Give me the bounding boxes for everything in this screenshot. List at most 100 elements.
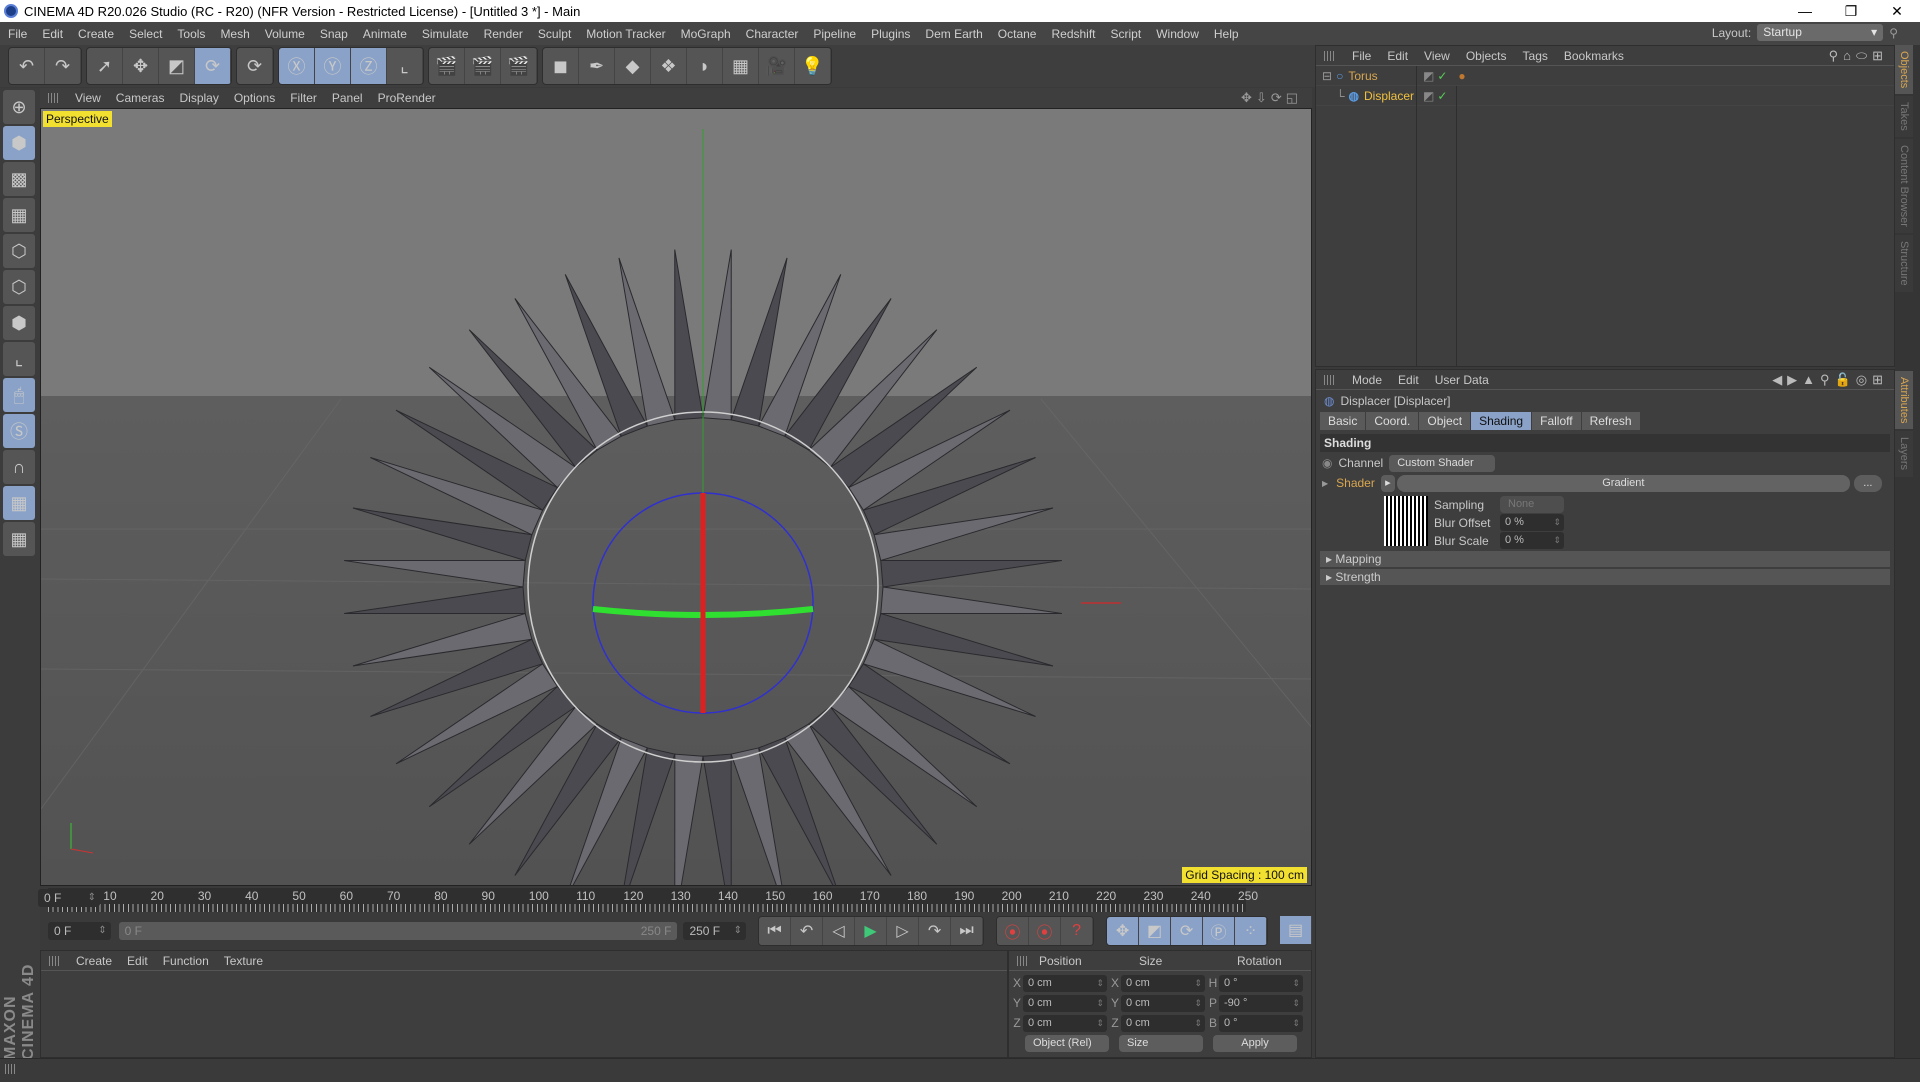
rotate-icon[interactable]: ⟳	[195, 48, 231, 84]
viewport-menu-prorender[interactable]: ProRender	[378, 91, 436, 105]
size-field[interactable]: 0 cm	[1121, 994, 1205, 1012]
solo-icon[interactable]: Ⓢ	[3, 414, 35, 448]
object-menu-tags[interactable]: Tags	[1523, 49, 1548, 63]
size-mode-dropdown[interactable]: Size	[1119, 1035, 1203, 1052]
side-tab-takes[interactable]: Takes	[1895, 96, 1913, 138]
object-menu-edit[interactable]: Edit	[1387, 49, 1408, 63]
object-menu-objects[interactable]: Objects	[1466, 49, 1507, 63]
range-slider[interactable]: 0 F 250 F	[118, 922, 678, 940]
size-field[interactable]: 0 cm	[1121, 1014, 1205, 1032]
phong-tag-icon[interactable]: ●	[1458, 69, 1465, 83]
shader-expand-icon[interactable]: ▶	[1322, 479, 1328, 488]
material-menu-create[interactable]: Create	[76, 954, 112, 968]
rotation-field[interactable]: -90 °	[1219, 994, 1303, 1012]
tree-collapse-icon[interactable]: ⊟	[1322, 69, 1332, 83]
object-row[interactable]: └ ◍ Displacer ◩ ✓	[1316, 86, 1894, 106]
key-button-4[interactable]: ⁘	[1235, 917, 1268, 945]
enabled-check-icon[interactable]: ✓	[1437, 89, 1447, 103]
snap-icon[interactable]: ∩	[3, 450, 35, 484]
tree-branch-icon[interactable]: └	[1336, 89, 1345, 103]
position-field[interactable]: 0 cm	[1023, 994, 1107, 1012]
side-tab-layers[interactable]: Layers	[1895, 431, 1913, 477]
panel-grip-icon[interactable]	[5, 1064, 17, 1074]
menu-character[interactable]: Character	[746, 27, 799, 41]
attribute-nav-icons[interactable]: ◀▶▲⚲🔓◎⊞	[1772, 372, 1888, 388]
material-menu-edit[interactable]: Edit	[127, 954, 148, 968]
subdivision-surface-icon[interactable]: ◆	[615, 48, 651, 84]
redo-icon[interactable]: ↷	[45, 48, 81, 84]
tweak-mode-icon[interactable]: 🖱	[3, 378, 35, 412]
tab-basic[interactable]: Basic	[1320, 412, 1367, 430]
panel-grip-icon[interactable]	[49, 955, 61, 966]
key-button-0[interactable]: ✥	[1107, 917, 1140, 945]
points-mode-icon[interactable]: ⬡	[3, 234, 35, 268]
coordinate-system-icon[interactable]: ⌞	[387, 48, 423, 84]
panel-grip-icon[interactable]	[1324, 374, 1336, 385]
rotation-field[interactable]: 0 °	[1219, 974, 1303, 992]
menu-sculpt[interactable]: Sculpt	[538, 27, 571, 41]
playback-button-0[interactable]: ⏮	[759, 917, 792, 945]
model-mode-icon[interactable]: ⬢	[3, 126, 35, 160]
shader-button[interactable]: Gradient	[1396, 474, 1850, 492]
object-menu-file[interactable]: File	[1352, 49, 1371, 63]
tab-object[interactable]: Object	[1419, 412, 1472, 430]
timeline-ruler[interactable]: 0102030405060708090100110120130140150160…	[48, 888, 1258, 912]
side-tab-objects[interactable]: Objects	[1895, 45, 1913, 95]
recent-tools-icon[interactable]: ⟳	[237, 48, 273, 84]
menu-create[interactable]: Create	[78, 27, 114, 41]
menu-volume[interactable]: Volume	[265, 27, 305, 41]
viewport-menu-options[interactable]: Options	[234, 91, 275, 105]
object-row[interactable]: ⊟ ○ Torus ◩ ✓ ●	[1316, 66, 1894, 86]
range-start-field[interactable]: 0 F	[48, 922, 111, 940]
tab-coord[interactable]: Coord.	[1366, 412, 1420, 430]
attribute-menu-edit[interactable]: Edit	[1398, 373, 1419, 387]
search-icon[interactable]: ⚲	[1889, 26, 1898, 40]
render-picture-viewer-icon[interactable]: 🎬	[465, 48, 501, 84]
layout-dropdown[interactable]: Startup	[1757, 24, 1884, 41]
menu-render[interactable]: Render	[484, 27, 523, 41]
shader-more-button[interactable]: ...	[1853, 474, 1882, 492]
minimize-button[interactable]: —	[1782, 0, 1828, 22]
make-editable-icon[interactable]: ⊕	[3, 90, 35, 124]
blur-offset-field[interactable]: 0 %	[1500, 514, 1564, 531]
workplane-mode-icon[interactable]: ▦	[3, 198, 35, 232]
panel-grip-icon[interactable]	[1017, 955, 1029, 966]
camera-icon[interactable]: 🎥	[759, 48, 795, 84]
panel-grip-icon[interactable]	[48, 93, 60, 103]
workplane-lock-icon[interactable]: ▦	[3, 486, 35, 520]
editor-visibility-icon[interactable]: ◩	[1423, 69, 1434, 83]
cube-icon[interactable]: ◼	[543, 48, 579, 84]
menu-simulate[interactable]: Simulate	[422, 27, 469, 41]
workplane-align-icon[interactable]: ▦	[3, 522, 35, 556]
menu-plugins[interactable]: Plugins	[871, 27, 910, 41]
restore-button[interactable]: ❐	[1828, 0, 1874, 22]
apply-button[interactable]: Apply	[1213, 1035, 1297, 1052]
viewport-nav-icons[interactable]: ✥⇩⟳◱	[1241, 90, 1302, 106]
menu-help[interactable]: Help	[1214, 27, 1239, 41]
menu-octane[interactable]: Octane	[998, 27, 1037, 41]
object-name[interactable]: Torus	[1348, 69, 1377, 83]
deformer-icon[interactable]: ◗	[687, 48, 723, 84]
pen-spline-icon[interactable]: ✒	[579, 48, 615, 84]
cloner-icon[interactable]: ❖	[651, 48, 687, 84]
camera-label[interactable]: Perspective	[43, 111, 112, 127]
position-field[interactable]: 0 cm	[1023, 1014, 1107, 1032]
object-name[interactable]: Displacer	[1364, 89, 1414, 103]
viewport-menu-cameras[interactable]: Cameras	[116, 91, 165, 105]
side-tab-attributes[interactable]: Attributes	[1895, 371, 1913, 430]
menu-window[interactable]: Window	[1156, 27, 1199, 41]
playback-button-3[interactable]: ▶	[855, 917, 888, 945]
menu-script[interactable]: Script	[1111, 27, 1142, 41]
channel-dropdown[interactable]: Custom Shader	[1389, 454, 1496, 472]
menu-snap[interactable]: Snap	[320, 27, 348, 41]
menu-redshift[interactable]: Redshift	[1051, 27, 1095, 41]
render-view-icon[interactable]: 🎬	[429, 48, 465, 84]
timeline-window-button[interactable]: ▤	[1280, 916, 1313, 944]
channel-radio[interactable]: ◉	[1322, 456, 1332, 470]
size-field[interactable]: 0 cm	[1121, 974, 1205, 992]
attribute-menu-mode[interactable]: Mode	[1352, 373, 1382, 387]
playback-button-2[interactable]: ◁	[823, 917, 856, 945]
range-end-field[interactable]: 250 F	[683, 922, 747, 940]
light-icon[interactable]: 💡	[795, 48, 831, 84]
material-menu-texture[interactable]: Texture	[224, 954, 263, 968]
